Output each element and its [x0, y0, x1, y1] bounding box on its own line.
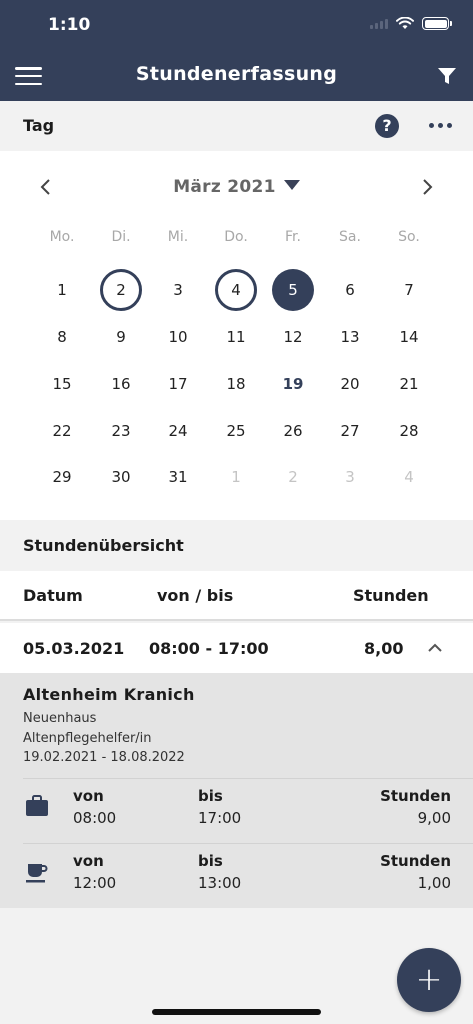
calendar-day[interactable]: 17: [157, 363, 199, 405]
weekday-label: Di.: [111, 229, 131, 245]
wifi-icon: [396, 17, 414, 29]
calendar-day[interactable]: 1: [215, 456, 257, 498]
weekday-label: Do.: [224, 229, 248, 245]
calendar-day[interactable]: 13: [329, 316, 371, 358]
weekday-label: Mi.: [167, 229, 189, 245]
calendar-day[interactable]: 8: [41, 316, 83, 358]
help-icon[interactable]: ?: [375, 114, 399, 138]
from-value: 12:00: [73, 874, 117, 892]
table-header: Datum von / bis Stunden: [0, 571, 473, 621]
time-row-break: von 12:00 bis 13:00 Stunden 1,00: [0, 844, 473, 908]
calendar-day[interactable]: 4: [388, 456, 430, 498]
entry-date: 05.03.2021: [23, 639, 125, 658]
calendar-day[interactable]: 7: [388, 269, 430, 311]
to-value: 17:00: [198, 809, 242, 827]
weekday-row: Mo. Di. Mi. Do. Fr. Sa. So.: [0, 229, 473, 249]
weekday-label: Mo.: [49, 229, 75, 245]
calendar-day[interactable]: 21: [388, 363, 430, 405]
from-label: von: [73, 787, 104, 805]
to-label: bis: [198, 787, 223, 805]
calendar-day[interactable]: 27: [329, 410, 371, 452]
filter-icon[interactable]: [437, 66, 457, 86]
app-title: Stundenerfassung: [135, 63, 338, 85]
calendar-day[interactable]: 31: [157, 456, 199, 498]
calendar-day[interactable]: 16: [100, 363, 142, 405]
signal-icon: [370, 18, 388, 29]
chevron-up-icon[interactable]: [428, 641, 442, 655]
calendar-day[interactable]: 3: [329, 456, 371, 498]
calendar-day[interactable]: 30: [100, 456, 142, 498]
weekday-label: So.: [398, 229, 420, 245]
calendar: März 2021 Mo. Di. Mi. Do. Fr. Sa. So. 12345678…: [0, 151, 473, 520]
more-options-icon[interactable]: [429, 123, 452, 128]
role: Altenpflegehelfer/in: [23, 731, 152, 746]
calendar-day[interactable]: 19: [272, 363, 314, 405]
calendar-day[interactable]: 14: [388, 316, 430, 358]
calendar-day[interactable]: 2: [272, 456, 314, 498]
calendar-day[interactable]: 25: [215, 410, 257, 452]
calendar-day[interactable]: 6: [329, 269, 371, 311]
dropdown-caret-icon: [283, 180, 300, 190]
time-row-work: von 08:00 bis 17:00 Stunden 9,00: [0, 779, 473, 843]
from-value: 08:00: [73, 809, 117, 827]
coffee-cup-icon: [26, 864, 48, 883]
status-icons: [370, 17, 452, 30]
calendar-day[interactable]: 22: [41, 410, 83, 452]
hours-label: Stunden: [380, 787, 451, 805]
location: Neuenhaus: [23, 711, 97, 726]
month-label: März 2021: [173, 177, 276, 197]
column-hours: Stunden: [353, 586, 429, 605]
calendar-day[interactable]: 3: [157, 269, 199, 311]
entry-details: Altenheim Kranich Neuenhaus Altenpflegeh…: [0, 673, 473, 908]
calendar-day[interactable]: 18: [215, 363, 257, 405]
home-indicator: [152, 1009, 321, 1015]
calendar-day[interactable]: 23: [100, 410, 142, 452]
entry-time: 08:00 - 17:00: [149, 639, 269, 658]
hours-value: 9,00: [417, 809, 451, 827]
weekday-label: Fr.: [285, 229, 301, 245]
column-date: Datum: [23, 586, 83, 605]
to-value: 13:00: [198, 874, 242, 892]
overview-header: Stundenübersicht: [0, 520, 473, 571]
next-month-icon[interactable]: [417, 177, 437, 197]
briefcase-icon: [26, 795, 48, 816]
calendar-day[interactable]: 15: [41, 363, 83, 405]
column-time: von / bis: [157, 586, 234, 605]
calendar-day[interactable]: 28: [388, 410, 430, 452]
view-title: Tag: [23, 116, 55, 135]
period: 19.02.2021 - 18.08.2022: [23, 750, 185, 765]
hours-label: Stunden: [380, 852, 451, 870]
calendar-day[interactable]: 5: [272, 269, 314, 311]
table-row[interactable]: 05.03.2021 08:00 - 17:00 8,00: [0, 623, 473, 673]
to-label: bis: [198, 852, 223, 870]
calendar-day[interactable]: 9: [100, 316, 142, 358]
battery-icon: [422, 17, 452, 30]
calendar-day[interactable]: 4: [215, 269, 257, 311]
add-entry-button[interactable]: +: [397, 948, 461, 1012]
calendar-day[interactable]: 26: [272, 410, 314, 452]
calendar-day[interactable]: 12: [272, 316, 314, 358]
entry-hours: 8,00: [364, 639, 404, 658]
calendar-day[interactable]: 24: [157, 410, 199, 452]
weekday-label: Sa.: [339, 229, 361, 245]
from-label: von: [73, 852, 104, 870]
app-header: 1:10 Stundenerfassung: [0, 0, 473, 101]
calendar-day[interactable]: 11: [215, 316, 257, 358]
employer-name: Altenheim Kranich: [23, 685, 195, 704]
status-time: 1:10: [48, 15, 91, 35]
calendar-day[interactable]: 20: [329, 363, 371, 405]
calendar-day[interactable]: 2: [100, 269, 142, 311]
calendar-day[interactable]: 29: [41, 456, 83, 498]
month-selector[interactable]: März 2021: [0, 177, 473, 197]
calendar-day[interactable]: 10: [157, 316, 199, 358]
hours-value: 1,00: [417, 874, 451, 892]
view-bar: Tag: [0, 101, 473, 151]
calendar-day[interactable]: 1: [41, 269, 83, 311]
overview-title: Stundenübersicht: [23, 536, 184, 555]
